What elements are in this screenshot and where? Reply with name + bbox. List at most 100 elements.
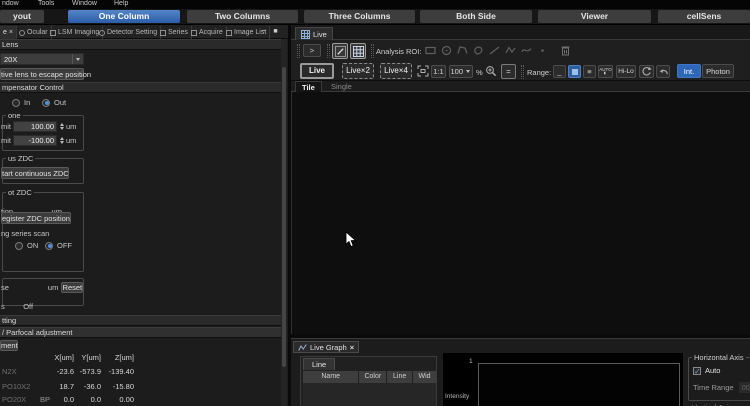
fit-to-window-button[interactable]	[415, 64, 430, 78]
tab-partial[interactable]: e ×	[0, 26, 17, 39]
col-width[interactable]: Wid	[413, 371, 436, 383]
auto-checkbox[interactable]: ✓ Auto	[693, 366, 720, 375]
menu-item-window-partial[interactable]: ndow	[2, 0, 19, 7]
series-off-radio[interactable]: OFF	[45, 241, 72, 250]
equalize-button[interactable]: =	[501, 64, 516, 79]
intensity-mode-button[interactable]: Int.	[677, 64, 701, 78]
col-x: X[um]	[46, 353, 74, 362]
graph-icon	[298, 343, 307, 352]
escape-position-button[interactable]: tive lens to escape position	[0, 68, 84, 80]
left-tab-bar: e × Ocular LSM Imaging Detector Setting …	[0, 25, 288, 39]
table-row[interactable]: PO10X2 18.7 -36.0 -15.80	[0, 382, 280, 392]
compensator-section-header[interactable]: mpensator Control	[0, 82, 282, 93]
roi-point-button[interactable]	[535, 43, 550, 58]
close-icon[interactable]: ×	[350, 343, 354, 352]
snapshot-restore-button[interactable]	[639, 65, 654, 78]
parfocal-section-header[interactable]: / Parfocal adjustment	[0, 327, 282, 338]
spinner-icon[interactable]	[60, 137, 64, 144]
table-row[interactable]: N2X -23.6 -573.9 -139.40	[0, 367, 280, 377]
tab-single[interactable]: Single	[325, 81, 358, 92]
tab-acquire[interactable]: Acquire	[188, 26, 227, 39]
compensator-out-radio[interactable]: Out	[42, 98, 66, 107]
tab-live[interactable]: Live	[295, 27, 333, 40]
toolbar-grip[interactable]	[371, 44, 374, 58]
series-on-radio[interactable]: ON	[15, 241, 38, 250]
draw-mode-button[interactable]	[332, 43, 348, 59]
tab-lsm-imaging[interactable]: LSM Imaging	[47, 26, 103, 39]
panel-minimize-button[interactable]: −	[258, 27, 269, 37]
menu-item-tools[interactable]: Tools	[38, 0, 54, 7]
live-graph-tab[interactable]: Live Graph ×	[293, 341, 359, 353]
toolbar-grip[interactable]	[327, 44, 330, 58]
spinner-icon[interactable]	[60, 123, 64, 130]
objective-select[interactable]: 20X	[0, 53, 84, 65]
tab-detector-setting[interactable]: Detector Setting	[96, 26, 161, 39]
chevron-down-icon[interactable]	[72, 54, 83, 64]
layout-button-cellsens[interactable]: cellSens	[658, 10, 750, 23]
status-value: Off	[23, 302, 33, 311]
adjustment-button[interactable]: ment	[0, 340, 18, 351]
roi-curve-button[interactable]	[519, 43, 534, 58]
start-continuous-zdc-button[interactable]: tart continuous ZDC	[1, 167, 69, 179]
tab-tile[interactable]: Tile	[295, 81, 322, 92]
live-x2-button[interactable]: Live×2	[342, 63, 374, 79]
layout-button-three-columns[interactable]: Three Columns	[304, 10, 415, 23]
photon-mode-button[interactable]: Photon	[702, 64, 734, 78]
tab-series[interactable]: Series	[157, 26, 192, 39]
auto-checkbox-label: Auto	[705, 366, 720, 375]
panel-restore-button[interactable]: ■	[270, 27, 281, 37]
zoom-in-button[interactable]	[483, 64, 498, 78]
toolbar-grip[interactable]	[297, 44, 300, 58]
range-full-button[interactable]: ≡	[583, 65, 596, 78]
roi-polyline-button[interactable]	[503, 43, 518, 58]
oneshot-zdc-group: ot ZDC tion um egister ZDC position ng s…	[2, 192, 84, 272]
lens-section-header[interactable]: Lens	[0, 39, 282, 50]
roi-polygon-button[interactable]	[455, 43, 470, 58]
lower-limit-input[interactable]: -100.00	[13, 135, 57, 146]
live-button[interactable]: Live	[300, 63, 334, 79]
upper-limit-input[interactable]: 100.00	[13, 121, 57, 132]
setting-section-header[interactable]: tting	[0, 315, 282, 326]
hi-lo-button[interactable]: Hi-Lo	[616, 65, 636, 78]
delete-roi-button[interactable]	[558, 43, 573, 58]
col-color[interactable]: Color	[359, 371, 386, 383]
square-icon	[572, 69, 578, 75]
roi-rectangle-button[interactable]	[423, 43, 438, 58]
register-zdc-position-button[interactable]: egister ZDC position	[1, 212, 71, 224]
live-x4-button[interactable]: Live×4	[380, 63, 412, 79]
toolbar-grip[interactable]	[521, 65, 524, 79]
expand-button[interactable]: >	[303, 44, 321, 57]
zoom-level-select[interactable]: 100	[449, 65, 473, 78]
close-icon[interactable]: ×	[9, 26, 13, 39]
layout-button-both-side[interactable]: Both Side	[420, 10, 532, 23]
layout-button-viewer[interactable]: Viewer	[538, 10, 651, 23]
col-name[interactable]: Name	[303, 371, 358, 383]
scrollbar-thumb[interactable]	[282, 67, 286, 367]
live-image-area[interactable]	[291, 92, 750, 334]
tab-line[interactable]: Line	[303, 358, 335, 370]
grid-overlay-button[interactable]	[350, 43, 366, 59]
roi-line-button[interactable]	[487, 43, 502, 58]
auto-contrast-button[interactable]: AUTO ◐	[598, 65, 613, 78]
range-low-button[interactable]: _	[553, 65, 566, 78]
compensator-in-radio[interactable]: In	[12, 98, 30, 107]
radio-icon	[15, 242, 23, 250]
intensity-graph: 1 Intensity	[443, 353, 683, 406]
roi-closed-polygon-button[interactable]	[471, 43, 486, 58]
range-mid-button[interactable]	[568, 65, 581, 78]
time-range-input[interactable]: 000	[739, 382, 750, 393]
table-row[interactable]: PO20X BP 0.0 0.0 0.00	[0, 395, 280, 405]
left-panel-scrollbar[interactable]	[281, 39, 287, 406]
reset-button[interactable]: Reset	[61, 282, 83, 293]
roi-circle-button[interactable]	[439, 43, 454, 58]
menu-item-window[interactable]: Window	[72, 0, 97, 7]
layout-button-one-column[interactable]: One Column	[68, 10, 180, 23]
on-label: ON	[27, 241, 38, 250]
menu-item-help[interactable]: Help	[114, 0, 128, 7]
layout-button-two-columns[interactable]: Two Columns	[187, 10, 298, 23]
undo-button[interactable]	[656, 65, 670, 78]
line-table-body[interactable]	[303, 383, 436, 406]
col-line[interactable]: Line	[387, 371, 412, 383]
layout-button-layout[interactable]: yout	[0, 10, 44, 23]
one-to-one-button[interactable]: 1:1	[431, 65, 446, 78]
